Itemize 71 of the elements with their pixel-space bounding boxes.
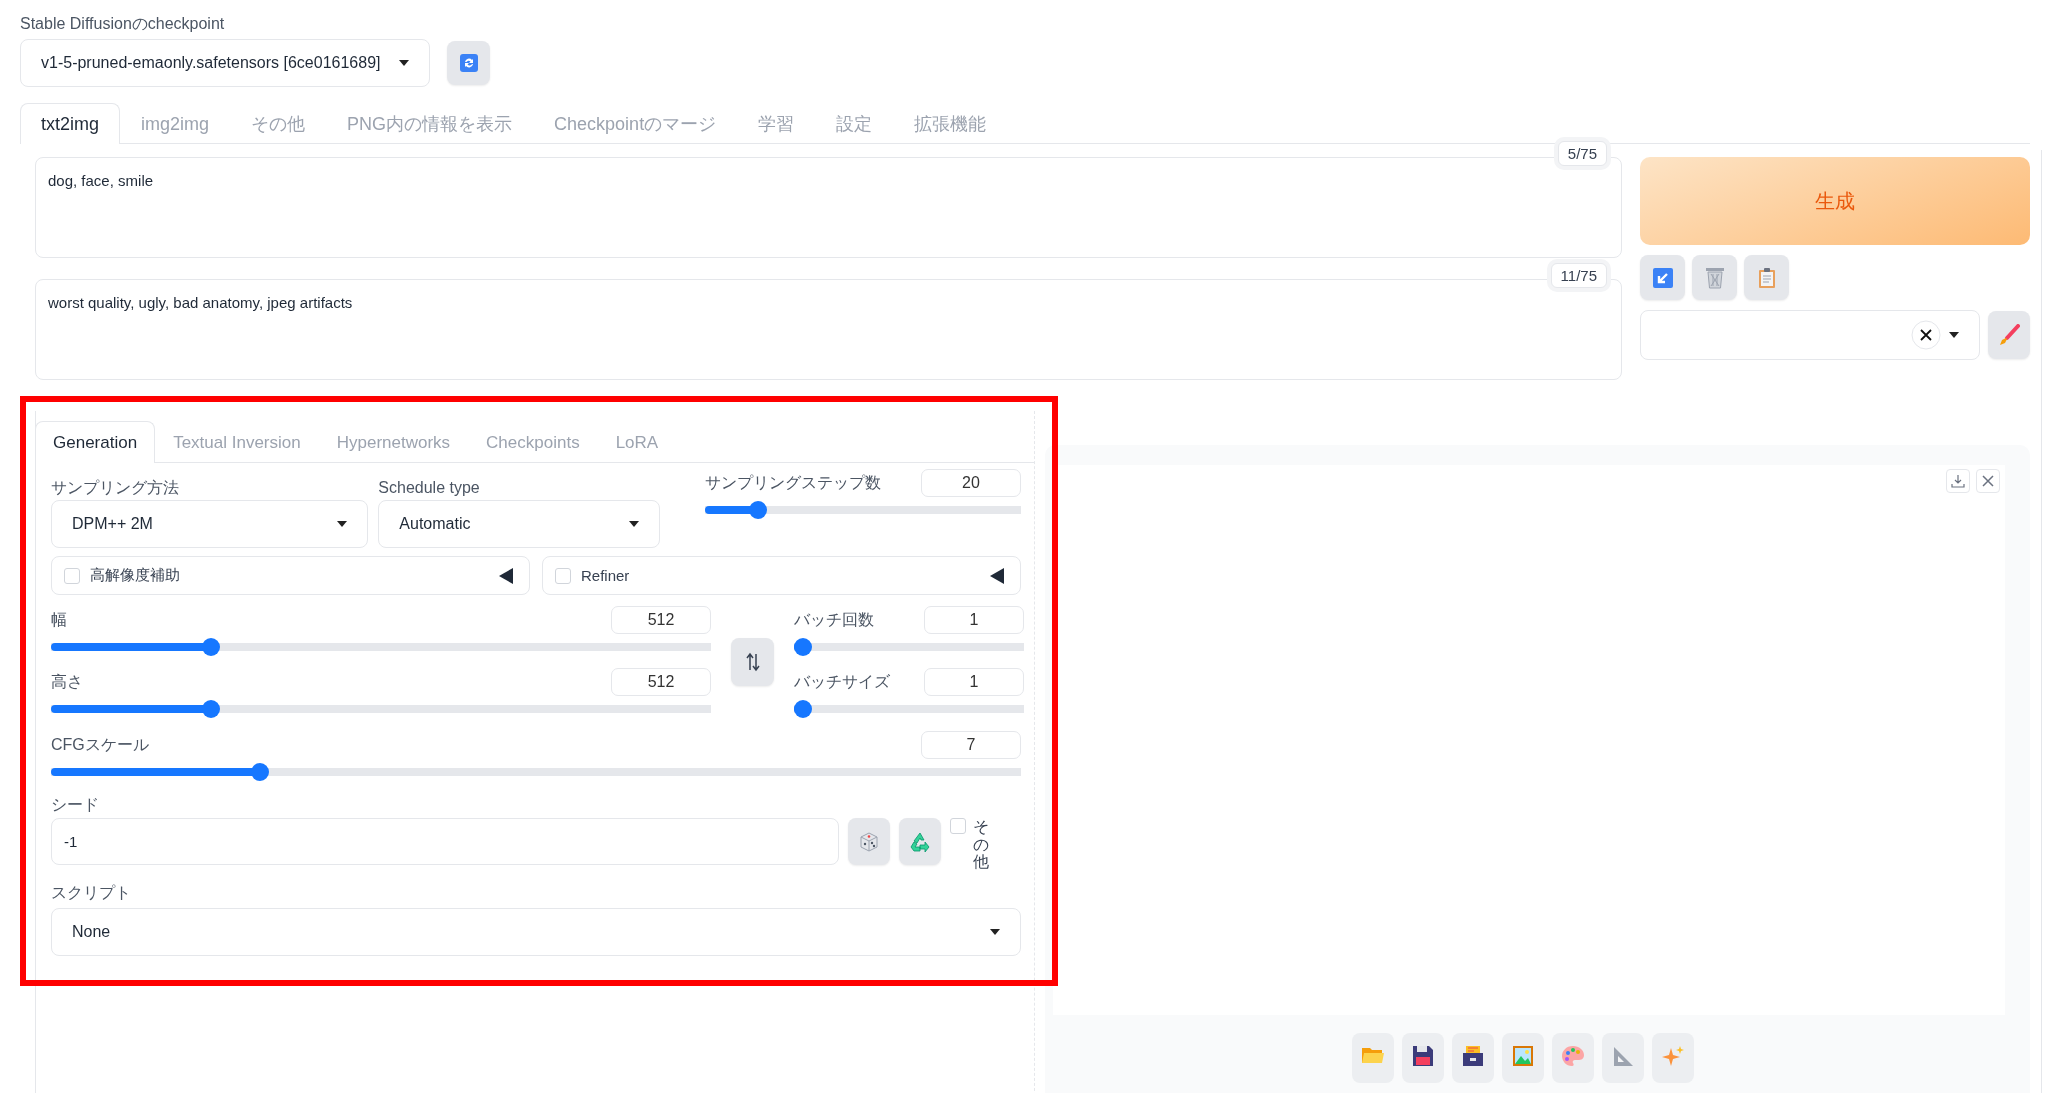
number-field[interactable]: 1 [924, 606, 1024, 634]
slider-thumb[interactable] [794, 638, 812, 656]
image-icon [1512, 1045, 1534, 1067]
dice-icon [858, 830, 880, 853]
close-icon [1982, 475, 1994, 487]
refresh-button[interactable] [447, 41, 490, 85]
slider-thumb[interactable] [749, 501, 768, 519]
slider-label: サンプリングステップ数 [704, 472, 881, 493]
slider-label: 幅 [51, 609, 67, 630]
toolbar-button[interactable] [1452, 1033, 1494, 1083]
trash-button[interactable] [1692, 255, 1737, 300]
checkbox-label: 高解像度補助 [90, 566, 181, 585]
field-label: シード [51, 795, 100, 815]
checkbox[interactable] [555, 567, 571, 584]
caret-icon [628, 521, 639, 527]
refresh-icon [459, 54, 478, 72]
slider-label: 高さ [51, 671, 83, 692]
close-button[interactable] [1976, 469, 2000, 493]
collapse-triangle-icon[interactable] [499, 567, 513, 584]
tab[interactable]: txt2img [20, 103, 121, 144]
trash-icon [1704, 266, 1725, 289]
schedule-dropdown[interactable]: Automatic [378, 500, 660, 548]
clipboard-icon [1757, 266, 1776, 289]
caret-icon [1949, 332, 1959, 338]
slider-label: CFGスケール [51, 734, 149, 755]
reuse-seed-button[interactable] [899, 818, 941, 865]
field-label: サンプリング方法 [51, 478, 180, 498]
swap-button[interactable] [731, 637, 774, 686]
number-field[interactable]: 512 [611, 668, 711, 696]
slider-thumb[interactable] [794, 700, 812, 718]
script-dropdown[interactable]: None [51, 907, 1021, 956]
tab[interactable]: Generation [35, 421, 156, 463]
palette-icon [1561, 1045, 1585, 1067]
sampling-dropdown[interactable]: DPM++ 2M [51, 500, 369, 548]
checkpoint-dropdown[interactable]: v1-5-pruned-emaonly.safetensors [6ce0161689] [20, 39, 430, 87]
download-icon [1951, 474, 1965, 488]
seed-field[interactable]: -1 [51, 818, 839, 865]
number-field[interactable]: 7 [921, 731, 1021, 759]
paintbrush-button[interactable] [1988, 311, 2030, 359]
slider-label: バッチサイズ [794, 671, 890, 692]
field-label: スクリプト [51, 882, 132, 903]
number-field[interactable]: 512 [611, 606, 711, 634]
read-params-button[interactable] [1640, 255, 1685, 300]
clear-icon[interactable] [1911, 320, 1941, 350]
checkbox-label: その他 [973, 818, 989, 871]
slider-thumb[interactable] [250, 763, 269, 781]
download-button[interactable] [1946, 469, 1970, 493]
field-label: Stable Diffusionのcheckpoint [20, 14, 226, 34]
number-field[interactable]: 1 [924, 668, 1024, 696]
folder-icon [1361, 1045, 1385, 1065]
caret-icon [990, 928, 1000, 935]
checkbox-label: Refiner [581, 567, 631, 584]
slider-thumb[interactable] [201, 638, 220, 656]
checkbox[interactable] [64, 567, 80, 584]
clipboard-button[interactable] [1744, 255, 1789, 300]
refiner-panel[interactable]: Refiner [542, 556, 1021, 595]
swap-arrows-icon [745, 651, 760, 672]
checkbox[interactable] [950, 818, 966, 834]
collapse-triangle-icon[interactable] [990, 567, 1004, 584]
caret-icon [399, 60, 409, 66]
paintbrush-icon [1998, 324, 2020, 346]
field-label: Schedule type [378, 478, 481, 498]
caret-icon [337, 521, 348, 527]
toolbar-button[interactable] [1402, 1033, 1444, 1083]
number-field[interactable]: 20 [921, 469, 1021, 497]
archive-box-icon [1462, 1045, 1484, 1067]
slider-thumb[interactable] [201, 700, 220, 718]
arrow-in-box-icon [1652, 267, 1673, 288]
slider-label: バッチ回数 [794, 609, 874, 630]
hires-fix-panel[interactable]: 高解像度補助 [51, 556, 530, 595]
recycle-icon [908, 830, 932, 853]
